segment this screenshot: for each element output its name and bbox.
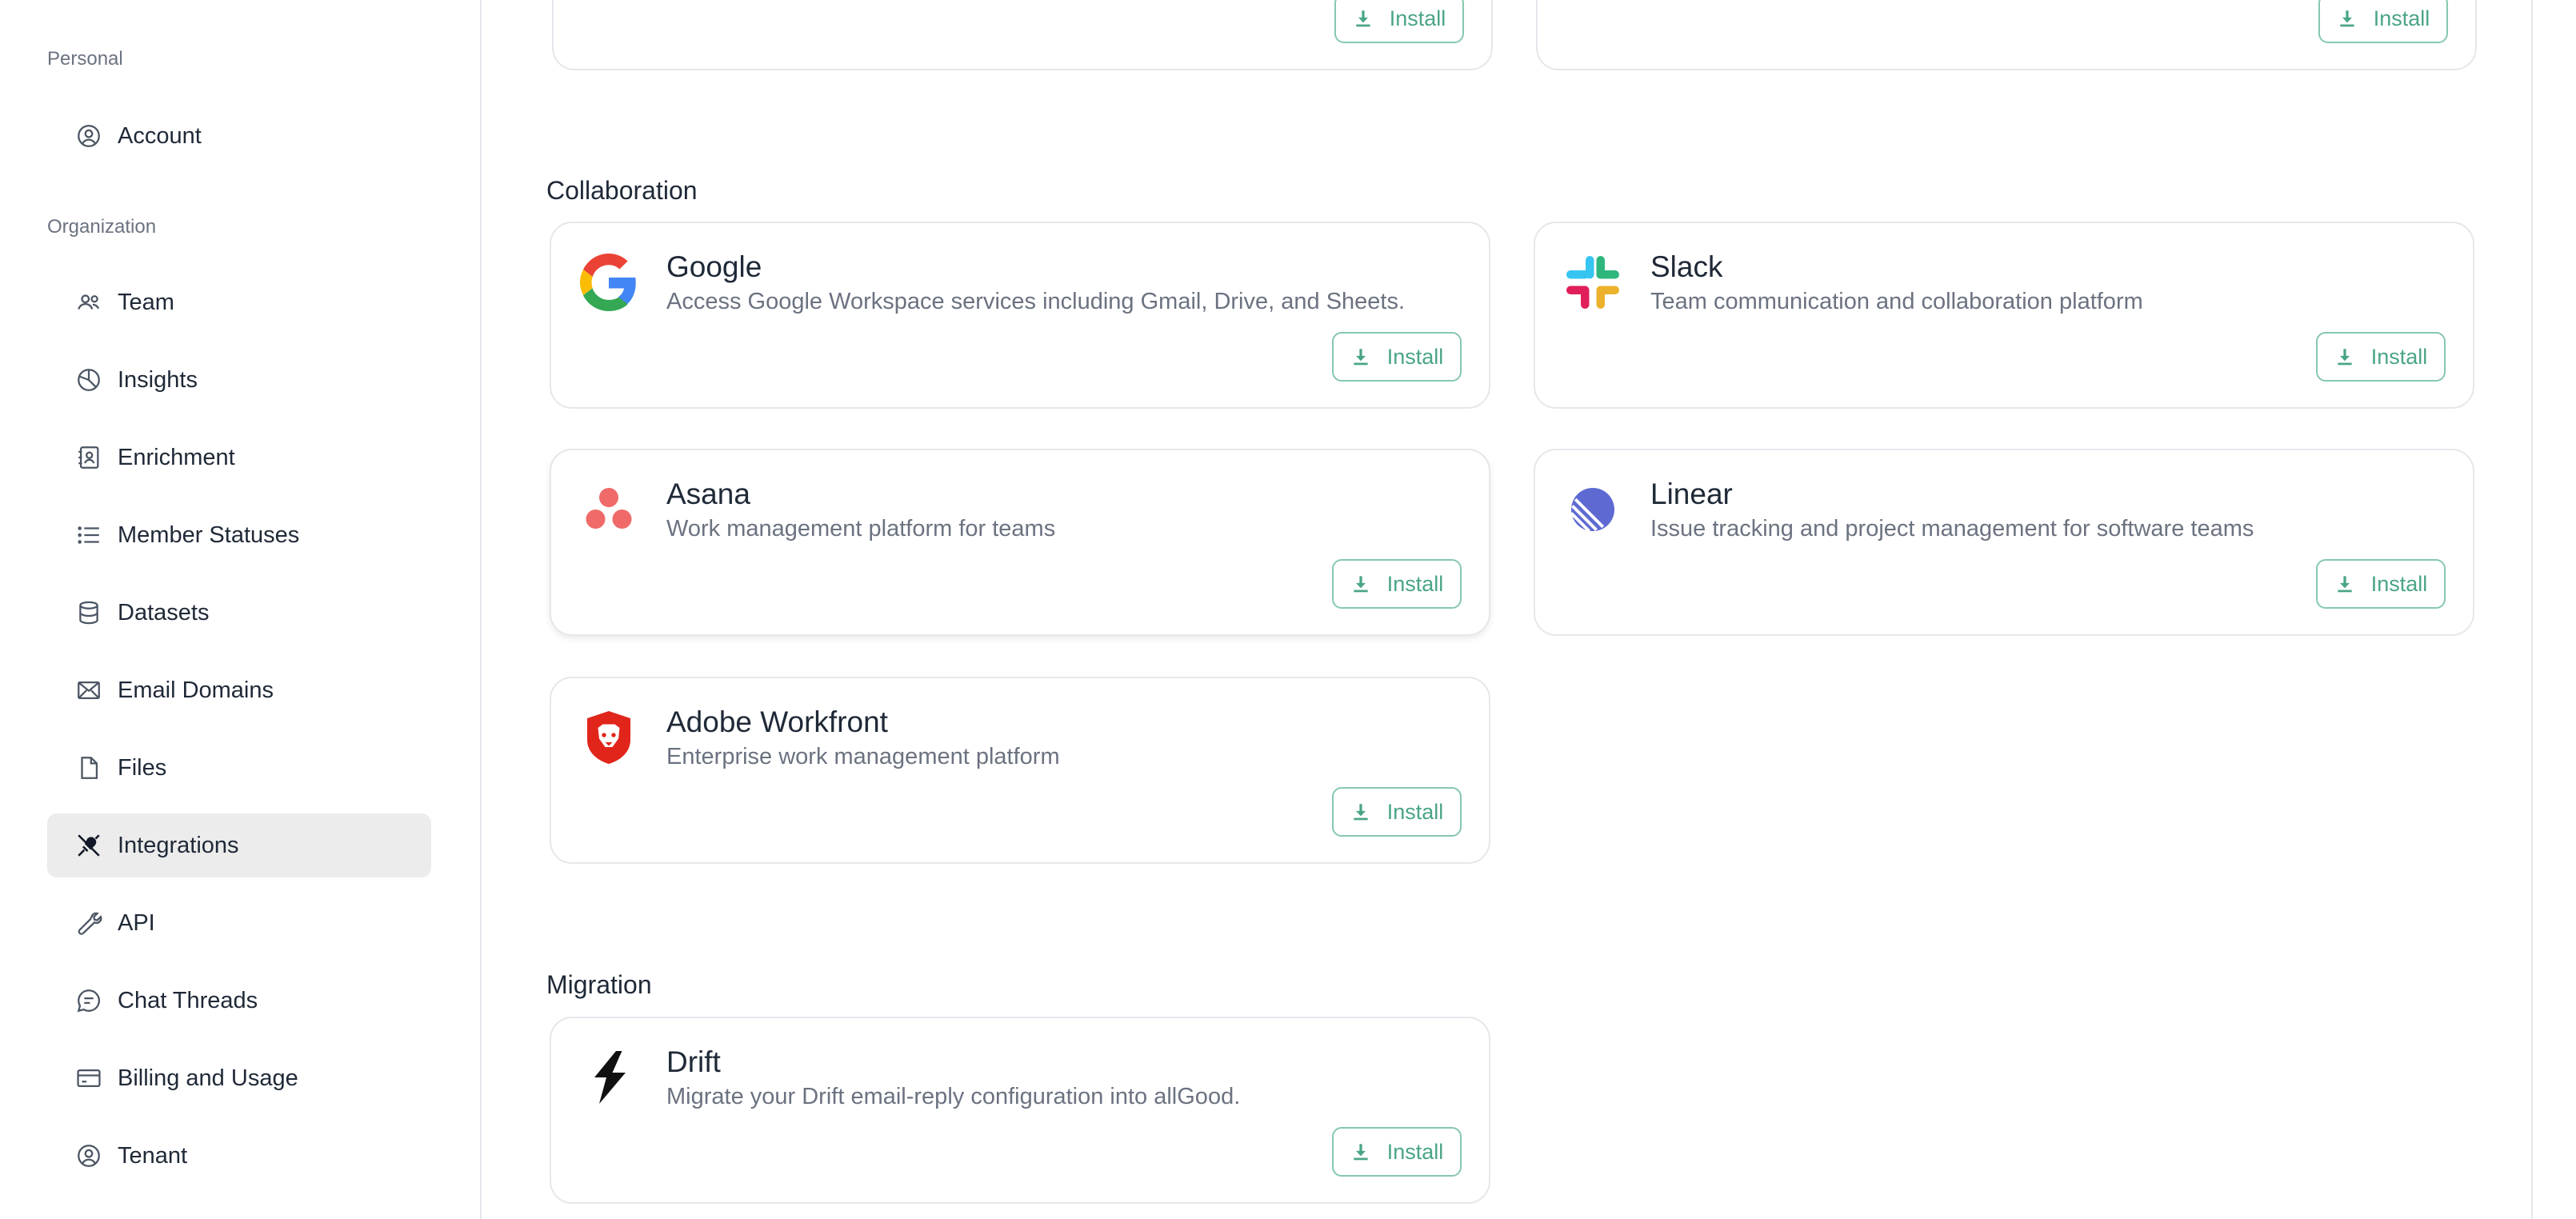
integration-description: Migrate your Drift email-reply configura…	[666, 1084, 1241, 1109]
pie-chart-icon	[74, 366, 103, 394]
sidebar-item-label: Tenant	[118, 1142, 188, 1169]
users-icon	[74, 288, 103, 317]
sidebar: Personal Account Organization Team Insig…	[0, 0, 482, 1219]
drift-logo-icon	[580, 1049, 638, 1106]
integration-description: Team communication and collaboration pla…	[1650, 289, 2143, 314]
sidebar-item-label: Billing and Usage	[118, 1065, 298, 1091]
sidebar-item-chat-threads[interactable]: Chat Threads	[47, 969, 431, 1033]
sidebar-item-account[interactable]: Account	[47, 104, 431, 168]
integration-title: Google	[666, 250, 762, 283]
sidebar-item-label: Files	[118, 754, 167, 781]
install-button[interactable]: Install	[1334, 0, 1464, 43]
download-icon	[1354, 349, 1368, 366]
sidebar-item-enrichment[interactable]: Enrichment	[47, 426, 431, 490]
sidebar-item-email-domains[interactable]: Email Domains	[47, 658, 431, 722]
sidebar-item-datasets[interactable]: Datasets	[47, 581, 431, 645]
download-icon	[2340, 10, 2354, 27]
integration-title: Drift	[666, 1045, 721, 1078]
sidebar-item-files[interactable]: Files	[47, 736, 431, 800]
integration-card-slack: Slack Team communication and collaborati…	[1534, 222, 2474, 409]
install-button[interactable]: Install	[2318, 0, 2448, 43]
integration-title: Slack	[1650, 250, 1723, 283]
integration-description: Access Google Workspace services includi…	[666, 289, 1406, 314]
integration-card-google: Google Access Google Workspace services …	[550, 222, 1490, 409]
integration-card: Install	[552, 0, 1493, 70]
asana-logo-icon	[580, 481, 638, 538]
install-button[interactable]: Install	[1332, 332, 1462, 382]
file-icon	[74, 753, 103, 782]
sidebar-item-insights[interactable]: Insights	[47, 348, 431, 412]
user-circle-icon	[74, 1141, 103, 1170]
group-title-migration: Migration	[546, 970, 652, 999]
sidebar-item-label: Integrations	[118, 832, 239, 858]
sidebar-item-label: Enrichment	[118, 444, 235, 470]
integration-description: Enterprise work management platform	[666, 744, 1060, 769]
group-title-collaboration: Collaboration	[546, 176, 698, 205]
download-icon	[1354, 1144, 1368, 1161]
sidebar-section-organization: Organization	[47, 216, 157, 238]
download-icon	[1354, 804, 1368, 821]
install-button[interactable]: Install	[1332, 559, 1462, 609]
integration-card-drift: Drift Migrate your Drift email-reply con…	[550, 1017, 1490, 1204]
adobe-workfront-logo-icon	[580, 709, 638, 766]
sidebar-item-integrations[interactable]: Integrations	[47, 813, 431, 877]
sidebar-item-api[interactable]: API	[47, 891, 431, 955]
content-divider	[2531, 0, 2533, 1219]
sidebar-item-tenant[interactable]: Tenant	[47, 1124, 431, 1188]
mail-icon	[74, 676, 103, 705]
sidebar-item-member-statuses[interactable]: Member Statuses	[47, 503, 431, 567]
linear-logo-icon	[1564, 481, 1622, 538]
list-icon	[74, 521, 103, 550]
install-button[interactable]: Install	[2316, 559, 2446, 609]
sidebar-item-label: Account	[118, 122, 202, 149]
integration-description: Issue tracking and project management fo…	[1650, 516, 2254, 542]
download-icon	[1354, 576, 1368, 593]
wrench-icon	[74, 909, 103, 937]
google-logo-icon	[580, 254, 638, 311]
slack-logo-icon	[1564, 254, 1622, 311]
sidebar-item-label: Member Statuses	[118, 522, 300, 548]
sidebar-item-label: Chat Threads	[118, 987, 258, 1013]
sidebar-item-label: Email Domains	[118, 677, 274, 703]
sidebar-item-label: API	[118, 909, 155, 936]
install-button[interactable]: Install	[1332, 1127, 1462, 1177]
sidebar-item-label: Team	[118, 289, 174, 315]
sidebar-section-personal: Personal	[47, 48, 123, 70]
sidebar-item-label: Insights	[118, 366, 198, 393]
contact-card-icon	[74, 443, 103, 472]
integration-title: Adobe Workfront	[666, 705, 888, 738]
integration-card-asana: Asana Work management platform for teams…	[550, 449, 1490, 636]
install-button[interactable]: Install	[2316, 332, 2446, 382]
download-icon	[2338, 576, 2352, 593]
sidebar-item-billing-and-usage[interactable]: Billing and Usage	[47, 1046, 431, 1110]
download-icon	[1356, 10, 1370, 27]
sidebar-item-label: Datasets	[118, 599, 210, 625]
chat-icon	[74, 986, 103, 1015]
integration-description: Work management platform for teams	[666, 516, 1056, 542]
integration-title: Asana	[666, 478, 750, 510]
user-circle-icon	[74, 122, 103, 150]
integration-card: Install	[1536, 0, 2477, 70]
install-button[interactable]: Install	[1332, 787, 1462, 837]
integration-card-adobe-workfront: Adobe Workfront Enterprise work manageme…	[550, 677, 1490, 864]
plug-icon	[74, 831, 103, 860]
database-icon	[74, 598, 103, 627]
integration-title: Linear	[1650, 478, 1733, 510]
integration-card-linear: Linear Issue tracking and project manage…	[1534, 449, 2474, 636]
sidebar-item-team[interactable]: Team	[47, 270, 431, 334]
download-icon	[2338, 349, 2352, 366]
credit-card-icon	[74, 1064, 103, 1093]
